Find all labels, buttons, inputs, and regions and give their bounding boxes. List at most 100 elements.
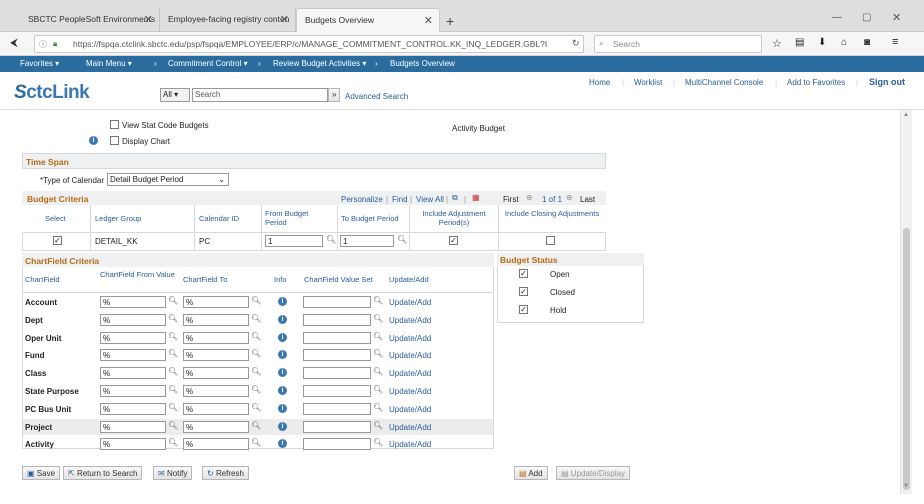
update-add-link[interactable]: Update/Add xyxy=(389,387,431,396)
breadcrumb-budgets-overview[interactable]: Budgets Overview xyxy=(390,59,455,68)
update-add-link[interactable]: Update/Add xyxy=(389,334,431,343)
home-icon[interactable]: ⌂ xyxy=(841,37,847,48)
update-add-link[interactable]: Update/Add xyxy=(389,316,431,325)
update-add-link[interactable]: Update/Add xyxy=(389,298,431,307)
chartfield-from-input[interactable]: % xyxy=(100,403,166,415)
chartfield-to-input[interactable]: % xyxy=(183,385,249,397)
worklist-link[interactable]: Worklist xyxy=(634,78,662,87)
search-go-button[interactable]: » xyxy=(328,88,341,102)
chartfield-value-set-input[interactable] xyxy=(303,421,371,433)
update-add-link[interactable]: Update/Add xyxy=(389,440,431,449)
main-menu[interactable]: Main Menu ▾ xyxy=(86,59,132,68)
lookup-icon[interactable]: 🔍︎ xyxy=(251,385,261,394)
close-window-icon[interactable]: ✕ xyxy=(892,11,901,24)
info-icon[interactable]: i xyxy=(278,315,287,324)
previous-icon[interactable]: ⊕ xyxy=(526,193,533,202)
info-icon[interactable]: i xyxy=(278,439,287,448)
update-display-button[interactable]: ▤ Update/Display xyxy=(556,466,631,480)
lookup-icon[interactable]: 🔍︎ xyxy=(373,314,383,323)
search-scope-select[interactable]: All ▾ xyxy=(160,88,190,102)
return-to-search-button[interactable]: ⇱ Return to Search xyxy=(63,466,143,480)
lookup-icon[interactable]: 🔍︎ xyxy=(326,235,336,244)
lookup-icon[interactable]: 🔍︎ xyxy=(168,385,178,394)
new-tab-icon[interactable]: + xyxy=(446,13,454,29)
from-period-input[interactable]: 1 xyxy=(265,235,323,247)
address-bar[interactable]: ⓘ 🔒︎ https://fspqa.ctclink.sbctc.edu/psp… xyxy=(34,35,584,53)
lookup-icon[interactable]: 🔍︎ xyxy=(168,367,178,376)
lookup-icon[interactable]: 🔍︎ xyxy=(251,349,261,358)
reload-icon[interactable]: ↻ xyxy=(572,38,580,49)
chartfield-value-set-input[interactable] xyxy=(303,403,371,415)
lookup-icon[interactable]: 🔍︎ xyxy=(251,314,261,323)
lookup-icon[interactable]: 🔍︎ xyxy=(168,314,178,323)
chartfield-from-input[interactable]: % xyxy=(100,438,166,450)
back-icon[interactable]: ⮜ xyxy=(10,37,18,50)
bookmark-star-icon[interactable]: ☆ xyxy=(772,37,782,50)
update-add-link[interactable]: Update/Add xyxy=(389,423,431,432)
lookup-icon[interactable]: 🔍︎ xyxy=(251,296,261,305)
chartfield-value-set-input[interactable] xyxy=(303,438,371,450)
close-tab-icon[interactable]: ✕ xyxy=(144,13,153,26)
info-icon[interactable]: i xyxy=(278,404,287,413)
chartfield-to-input[interactable]: % xyxy=(183,332,249,344)
header-search-input[interactable]: Search xyxy=(192,88,328,102)
to-period-input[interactable]: 1 xyxy=(340,235,394,247)
chartfield-to-input[interactable]: % xyxy=(183,438,249,450)
lookup-icon[interactable]: 🔍︎ xyxy=(373,438,383,447)
chartfield-to-input[interactable]: % xyxy=(183,421,249,433)
zoom-grid-icon[interactable]: ⧉ xyxy=(452,193,458,203)
lookup-icon[interactable]: 🔍︎ xyxy=(168,403,178,412)
info-icon[interactable]: ⓘ xyxy=(39,39,47,50)
lookup-icon[interactable]: 🔍︎ xyxy=(373,332,383,341)
chartfield-value-set-input[interactable] xyxy=(303,367,371,379)
advanced-search-link[interactable]: Advanced Search xyxy=(345,92,408,101)
chartfield-from-input[interactable]: % xyxy=(100,385,166,397)
favorites-menu[interactable]: Favorites ▾ xyxy=(20,59,59,68)
home-link[interactable]: Home xyxy=(589,78,610,87)
include-adjustment-checkbox[interactable]: ✓ xyxy=(449,236,458,245)
chartfield-value-set-input[interactable] xyxy=(303,332,371,344)
add-to-favorites-link[interactable]: Add to Favorites xyxy=(787,78,845,87)
chartfield-to-input[interactable]: % xyxy=(183,403,249,415)
chartfield-from-input[interactable]: % xyxy=(100,421,166,433)
view-stat-checkbox[interactable] xyxy=(110,120,119,129)
download-icon[interactable]: ⬇ xyxy=(818,37,826,48)
lookup-icon[interactable]: 🔍︎ xyxy=(168,438,178,447)
chartfield-from-input[interactable]: % xyxy=(100,367,166,379)
info-icon[interactable]: i xyxy=(278,422,287,431)
save-button[interactable]: ▣ Save xyxy=(22,466,61,480)
breadcrumb-commitment-control[interactable]: Commitment Control ▾ xyxy=(168,59,248,68)
lookup-icon[interactable]: 🔍︎ xyxy=(251,367,261,376)
browser-tab[interactable]: SBCTC PeopleSoft Environments ✕ xyxy=(20,8,160,32)
display-chart-checkbox[interactable] xyxy=(110,136,119,145)
close-tab-icon[interactable]: ✕ xyxy=(424,14,433,27)
chartfield-value-set-input[interactable] xyxy=(303,385,371,397)
restore-icon[interactable]: ▢ xyxy=(862,12,871,23)
sign-out-link[interactable]: Sign out xyxy=(869,77,905,87)
lookup-icon[interactable]: 🔍︎ xyxy=(373,349,383,358)
update-add-link[interactable]: Update/Add xyxy=(389,351,431,360)
find-link[interactable]: Find xyxy=(392,195,408,204)
info-icon[interactable]: i xyxy=(278,297,287,306)
chartfield-to-input[interactable]: % xyxy=(183,349,249,361)
lookup-icon[interactable]: 🔍︎ xyxy=(251,421,261,430)
lookup-icon[interactable]: 🔍︎ xyxy=(251,332,261,341)
update-add-link[interactable]: Update/Add xyxy=(389,405,431,414)
select-row-checkbox[interactable]: ✓ xyxy=(53,236,62,245)
lookup-icon[interactable]: 🔍︎ xyxy=(168,421,178,430)
multichannel-console-link[interactable]: MultiChannel Console xyxy=(685,78,763,87)
info-icon[interactable]: i xyxy=(278,386,287,395)
chartfield-from-input[interactable]: % xyxy=(100,314,166,326)
display-chart-info-icon[interactable]: i xyxy=(89,136,98,145)
close-tab-icon[interactable]: ✕ xyxy=(280,13,289,26)
reading-list-icon[interactable]: ▤ xyxy=(795,37,804,48)
status-hold-checkbox[interactable]: ✓ xyxy=(519,305,528,314)
notify-button[interactable]: ✉ Notify xyxy=(153,466,193,480)
chartfield-value-set-input[interactable] xyxy=(303,296,371,308)
minimize-icon[interactable]: — xyxy=(832,12,842,23)
lookup-icon[interactable]: 🔍︎ xyxy=(373,421,383,430)
lookup-icon[interactable]: 🔍︎ xyxy=(397,235,407,244)
calendar-type-select[interactable]: Detail Budget Period ⌄ xyxy=(107,173,229,186)
menu-icon[interactable]: ≡ xyxy=(892,36,898,48)
personalize-link[interactable]: Personalize xyxy=(341,195,383,204)
